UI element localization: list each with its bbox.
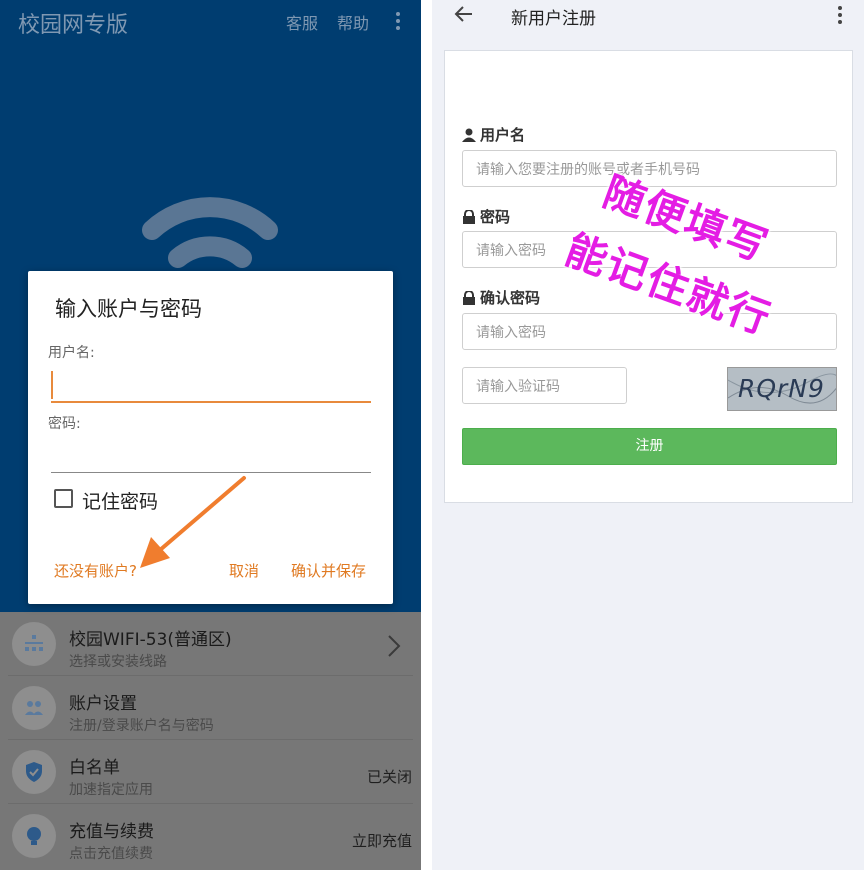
cancel-button[interactable]: 取消 — [229, 560, 259, 581]
register-button[interactable]: 注册 — [462, 428, 837, 465]
confirm-password-field-label: 确认密码 — [462, 287, 540, 308]
register-form: 用户名 请输入您要注册的账号或者手机号码 密码 请输入密码 确认密码 请输入密码… — [444, 50, 853, 503]
list-item-title: 白名单 — [69, 758, 120, 778]
list-item-title: 账户设置 — [69, 694, 137, 714]
network-icon — [12, 622, 56, 666]
checkbox-box[interactable] — [54, 489, 73, 508]
no-account-button[interactable]: 还没有账户? — [54, 560, 137, 581]
list-item-subtitle: 加速指定应用 — [69, 782, 153, 798]
captcha-input[interactable]: 请输入验证码 — [462, 367, 627, 404]
user-icon — [462, 128, 476, 142]
list-item-recharge[interactable]: 充值与续费 点击充值续费 立即充值 — [0, 804, 421, 868]
register-screen: 新用户注册 用户名 请输入您要注册的账号或者手机号码 密码 请输入密码 确认密码… — [432, 0, 864, 870]
captcha-image[interactable]: RQrN9 — [727, 367, 837, 411]
remember-password-label: 记住密码 — [82, 491, 159, 513]
confirm-save-button[interactable]: 确认并保存 — [291, 560, 366, 581]
list-item-subtitle: 点击充值续费 — [69, 846, 153, 862]
arrow-left-icon[interactable] — [452, 2, 476, 26]
list-item-title: 充值与续费 — [69, 822, 154, 842]
password-label: 密码: — [48, 416, 81, 432]
dialog-title: 输入账户与密码 — [55, 297, 202, 321]
password-input[interactable] — [51, 441, 371, 473]
login-dialog: 输入账户与密码 用户名: 密码: 记住密码 还没有账户? 取消 确认并保存 — [28, 271, 393, 604]
lock-icon — [463, 209, 475, 224]
list-item-title: 校园WIFI-53(普通区) — [69, 630, 232, 650]
bulb-icon — [12, 814, 56, 858]
list-item-subtitle: 注册/登录账户名与密码 — [69, 718, 214, 734]
lock-icon — [463, 290, 475, 305]
left-app-screen: 校园网专版 客服 帮助 校园WIFI-53(普通区) 选择或安装线路 账户设置 … — [0, 0, 421, 870]
list-item-wifi-line[interactable]: 校园WIFI-53(普通区) 选择或安装线路 — [0, 612, 421, 676]
text-caret — [51, 371, 53, 399]
username-field-label: 用户名 — [462, 124, 525, 145]
list-item-subtitle: 选择或安装线路 — [69, 654, 167, 670]
recharge-now-link[interactable]: 立即充值 — [352, 830, 412, 851]
more-vertical-icon[interactable] — [838, 6, 842, 27]
list-item-account-settings[interactable]: 账户设置 注册/登录账户名与密码 — [0, 676, 421, 740]
settings-list: 校园WIFI-53(普通区) 选择或安装线路 账户设置 注册/登录账户名与密码 … — [0, 612, 421, 870]
captcha-text: RQrN9 — [738, 374, 825, 403]
shield-icon — [12, 750, 56, 794]
password-field-label: 密码 — [462, 206, 510, 227]
whitelist-status: 已关闭 — [366, 768, 412, 786]
username-input[interactable] — [51, 369, 371, 403]
confirm-password-input[interactable]: 请输入密码 — [462, 313, 837, 350]
chevron-right-icon — [388, 635, 401, 657]
users-icon — [12, 686, 56, 730]
page-title: 新用户注册 — [511, 9, 596, 29]
username-label: 用户名: — [48, 345, 95, 361]
list-item-whitelist[interactable]: 白名单 加速指定应用 已关闭 — [0, 740, 421, 804]
